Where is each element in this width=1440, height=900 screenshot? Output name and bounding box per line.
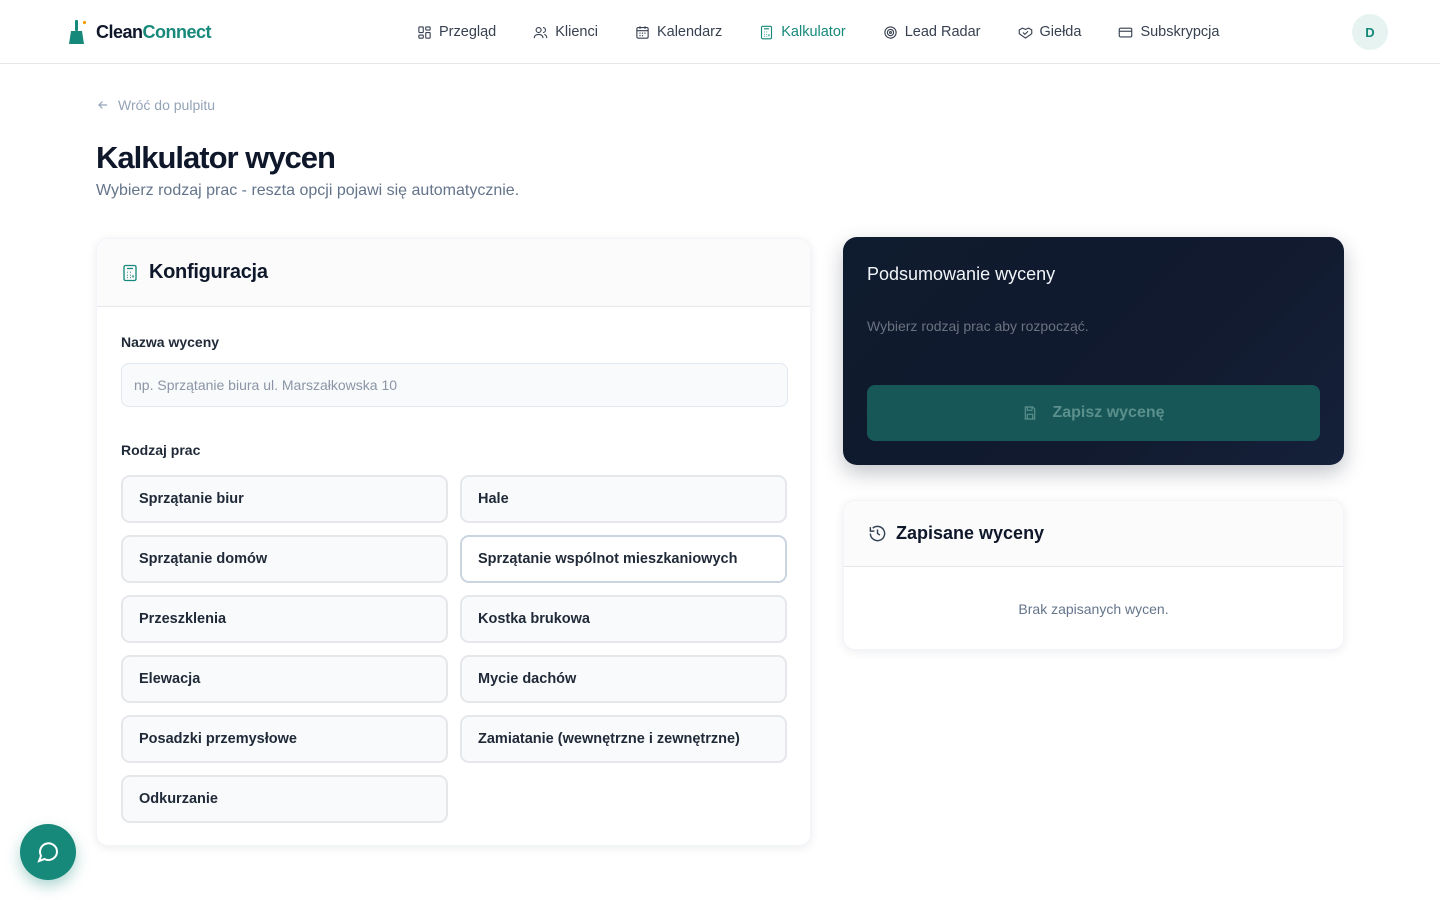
brand-name-part1: Clean <box>96 21 143 42</box>
nav-item-label: Giełda <box>1039 24 1082 40</box>
brand-name-part2: Connect <box>142 21 212 42</box>
work-type-option[interactable]: Sprzątanie wspólnot mieszkaniowych <box>460 535 787 583</box>
brand-name: CleanConnect <box>96 21 212 43</box>
nav-item-label: Kalendarz <box>656 24 723 40</box>
summary-title: Podsumowanie wyceny <box>867 264 1056 284</box>
work-type-option[interactable]: Elewacja <box>121 655 448 703</box>
configuration-title: Konfiguracja <box>149 261 268 283</box>
calculator-icon <box>761 25 773 39</box>
save-quote-label: Zapisz wycenę <box>1052 404 1165 421</box>
configuration-card-header: Konfiguracja <box>97 239 810 307</box>
message-circle-icon <box>37 842 59 863</box>
brand-logo[interactable]: CleanConnect <box>68 18 212 46</box>
quote-name-input[interactable] <box>121 363 788 407</box>
calendar-icon <box>636 25 649 39</box>
nav-item-label: Subskrypcja <box>1140 24 1220 40</box>
radar-icon <box>884 25 897 39</box>
users-icon <box>533 26 548 38</box>
user-avatar[interactable]: D <box>1352 14 1388 50</box>
history-icon <box>869 525 886 542</box>
page-subtitle: Wybierz rodzaj prac - reszta opcji pojaw… <box>96 182 520 199</box>
summary-hint: Wybierz rodzaj prac aby rozpocząć. <box>867 318 1089 334</box>
nav-item-kalendarz[interactable]: Kalendarz <box>635 20 722 44</box>
quote-summary-panel: Podsumowanie wyceny Wybierz rodzaj prac … <box>843 237 1344 465</box>
work-type-option[interactable]: Kostka brukowa <box>460 595 787 643</box>
nav-item-klienci[interactable]: Klienci <box>533 20 598 44</box>
work-type-option[interactable]: Zamiatanie (wewnętrzne i zewnętrzne) <box>460 715 787 763</box>
saved-quotes-title: Zapisane wyceny <box>896 523 1045 543</box>
work-type-option[interactable]: Sprzątanie biur <box>121 475 448 523</box>
saved-quotes-header: Zapisane wyceny <box>844 501 1343 567</box>
work-type-option[interactable]: Posadzki przemysłowe <box>121 715 448 763</box>
layout-grid-icon <box>418 25 431 39</box>
configuration-card: Konfiguracja Nazwa wyceny Rodzaj prac Sp… <box>96 238 811 846</box>
work-type-option[interactable]: Hale <box>460 475 787 523</box>
nav-item-lead-radar[interactable]: Lead Radar <box>883 20 981 44</box>
work-type-option[interactable]: Mycie dachów <box>460 655 787 703</box>
saved-quotes-empty-state: Brak zapisanych wycen. <box>1018 601 1169 617</box>
work-type-option[interactable]: Sprzątanie domów <box>121 535 448 583</box>
nav-item-label: Lead Radar <box>904 24 981 40</box>
work-type-label: Rodzaj prac <box>121 442 201 458</box>
nav-item-label: Przegląd <box>439 24 497 40</box>
chat-button[interactable] <box>20 824 76 880</box>
quote-name-label: Nazwa wyceny <box>121 334 220 350</box>
saved-quotes-card: Zapisane wyceny Brak zapisanych wycen. <box>843 500 1344 650</box>
main-nav: Przegląd Klienci Kalendarz Kalkulator Le… <box>417 20 1256 44</box>
calculator-icon <box>123 264 137 281</box>
handshake-icon <box>1018 26 1032 39</box>
page-title: Kalkulator wycen <box>96 140 336 175</box>
nav-item-label: Kalkulator <box>781 24 846 40</box>
top-navigation-bar: CleanConnect Przegląd Klienci Kalendarz … <box>0 0 1440 64</box>
nav-item-przeglad[interactable]: Przegląd <box>417 20 496 44</box>
nav-item-subskrypcja[interactable]: Subskrypcja <box>1118 20 1219 44</box>
back-link-label: Wróć do pulpitu <box>118 97 216 113</box>
nav-item-kalkulator[interactable]: Kalkulator <box>759 20 846 44</box>
broom-logo-icon <box>68 19 88 45</box>
credit-card-icon <box>1119 27 1133 37</box>
work-type-option[interactable]: Odkurzanie <box>121 775 448 823</box>
save-icon <box>1025 406 1036 420</box>
nav-item-gielda[interactable]: Giełda <box>1018 20 1082 44</box>
nav-item-label: Klienci <box>555 24 598 40</box>
back-to-dashboard-link[interactable]: Wróć do pulpitu <box>96 97 215 113</box>
work-type-option[interactable]: Przeszklenia <box>121 595 448 643</box>
save-quote-button[interactable]: Zapisz wycenę <box>867 385 1320 441</box>
arrow-left-icon <box>98 101 108 109</box>
